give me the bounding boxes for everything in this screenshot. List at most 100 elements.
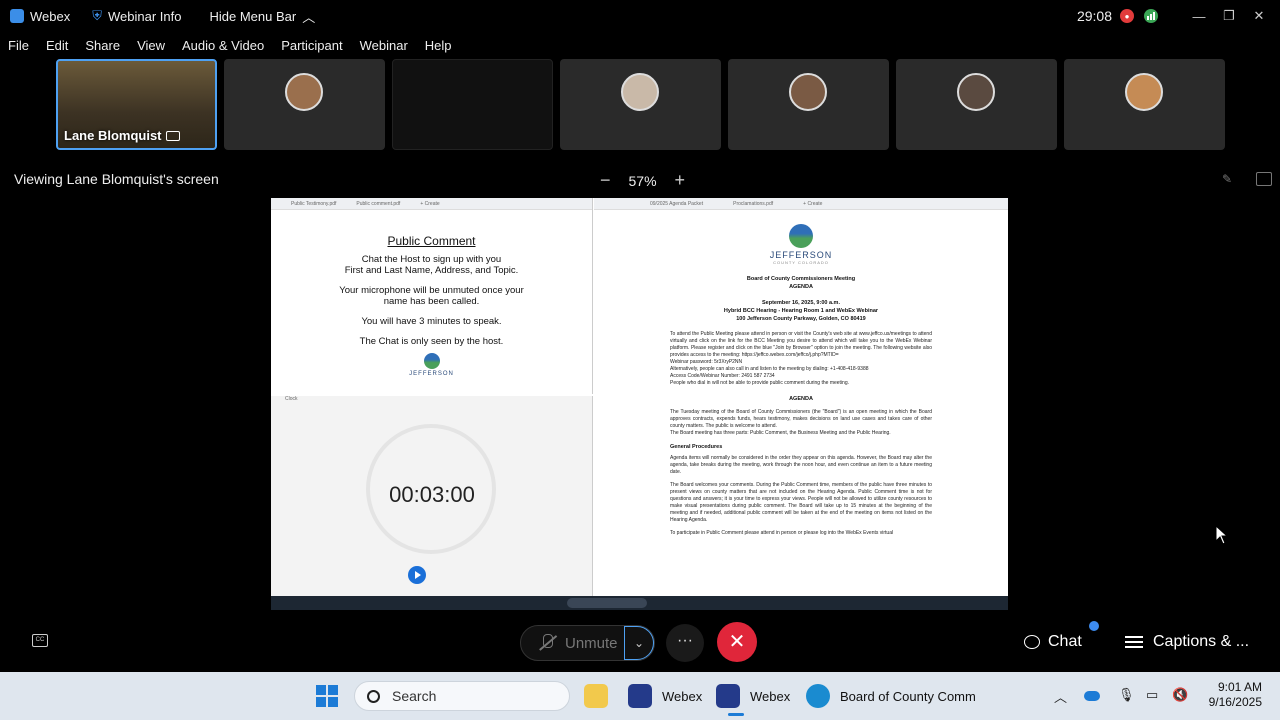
tray-chevron-up-icon[interactable]: ︿ bbox=[1054, 687, 1067, 706]
agenda-paragraph: The Board welcomes your comments. During… bbox=[670, 482, 932, 523]
annotate-icon[interactable]: ✎ bbox=[1222, 172, 1238, 186]
jefferson-logo-icon bbox=[789, 224, 813, 248]
webex-icon bbox=[716, 684, 740, 708]
file-explorer-icon bbox=[584, 684, 608, 708]
countdown-time: 00:03:00 bbox=[389, 482, 475, 507]
agenda-location: 100 Jefferson County Parkway, Golden, CO… bbox=[736, 316, 866, 322]
jefferson-wordmark: JEFFERSON bbox=[409, 371, 454, 377]
zoom-in-button[interactable]: + bbox=[675, 170, 686, 191]
restore-button[interactable]: ❐ bbox=[1214, 8, 1244, 24]
menu-help[interactable]: Help bbox=[425, 38, 452, 53]
pc-line: First and Last Name, Address, and Topic. bbox=[344, 265, 519, 276]
public-comment-title: Public Comment bbox=[387, 234, 476, 248]
zoom-level: 57% bbox=[628, 172, 657, 189]
webinar-info-button[interactable]: ⛨ Webinar Info bbox=[92, 8, 181, 24]
app-title: Webex bbox=[10, 9, 70, 24]
screen-share-icon bbox=[165, 130, 180, 141]
network-health-icon[interactable] bbox=[1144, 9, 1158, 23]
participant-video-lane-blomquist[interactable]: Lane Blomquist bbox=[56, 59, 217, 150]
agenda-date: September 16, 2025, 9:00 a.m. bbox=[762, 300, 840, 306]
agenda-paragraph: Agenda items will normally be considered… bbox=[670, 455, 932, 475]
public-comment-window: Public Testimony.pdf Public comment.pdf … bbox=[271, 198, 593, 394]
pc-line: You will have 3 minutes to speak. bbox=[361, 316, 502, 327]
system-time: 9:01 AM bbox=[1217, 680, 1262, 694]
menu-participant[interactable]: Participant bbox=[281, 38, 342, 53]
menu-file[interactable]: File bbox=[8, 38, 29, 53]
network-icon[interactable]: ▭ bbox=[1146, 687, 1158, 703]
pc-line: Your microphone will be unmuted once you… bbox=[339, 285, 524, 296]
system-date: 9/16/2025 bbox=[1208, 695, 1262, 709]
agenda-paragraph: To participate in Public Comment please … bbox=[670, 530, 894, 536]
captions-button[interactable]: Captions & ... bbox=[1125, 633, 1249, 651]
participant-video[interactable] bbox=[1064, 59, 1225, 150]
agenda-location: Hybrid BCC Hearing - Hearing Room 1 and … bbox=[723, 308, 879, 314]
onedrive-icon[interactable] bbox=[1084, 691, 1100, 701]
participant-video[interactable] bbox=[392, 59, 553, 150]
pc-line: The Chat is only seen by the host. bbox=[359, 336, 504, 347]
taskbar-search[interactable]: Search bbox=[354, 681, 570, 711]
file-explorer-button[interactable] bbox=[584, 681, 608, 711]
minimize-button[interactable]: — bbox=[1184, 9, 1214, 24]
audio-options-dropdown[interactable]: ⌄ bbox=[624, 626, 654, 660]
chevron-up-icon: ︿ bbox=[302, 9, 316, 25]
pc-line: Chat the Host to sign up with you bbox=[361, 254, 502, 265]
webex-window: Webex ⛨ Webinar Info Hide Menu Bar ︿ 29:… bbox=[0, 0, 1280, 720]
chat-notification-badge bbox=[1089, 621, 1099, 631]
menu-share[interactable]: Share bbox=[85, 38, 120, 53]
unmute-button[interactable]: Unmute ⌄ bbox=[520, 625, 655, 661]
agenda-heading: Board of County Commissioners Meeting bbox=[746, 276, 856, 282]
participant-avatar bbox=[285, 73, 323, 111]
menu-view[interactable]: View bbox=[137, 38, 165, 53]
play-icon bbox=[408, 566, 426, 584]
windows-start-icon[interactable] bbox=[316, 685, 338, 707]
browser-tabs: 09/2025 Agenda Packet Proclamations.pdf … bbox=[594, 198, 1008, 210]
shield-icon: ⛨ bbox=[92, 8, 102, 23]
hide-menu-bar-button[interactable]: Hide Menu Bar ︿ bbox=[209, 7, 315, 26]
close-window-button[interactable]: ✕ bbox=[1244, 8, 1274, 24]
agenda-paragraph: The Board meeting has three parts: Publi… bbox=[670, 430, 891, 436]
participant-name: Lane Blomquist bbox=[64, 128, 162, 143]
viewing-label: Viewing Lane Blomquist's screen bbox=[14, 171, 219, 187]
taskbar-app-webex[interactable]: Webex bbox=[628, 681, 702, 711]
menu-webinar[interactable]: Webinar bbox=[360, 38, 408, 53]
recording-icon: ● bbox=[1120, 9, 1134, 23]
mic-muted-tray-icon[interactable]: 🎙 bbox=[1118, 687, 1135, 703]
clock-window-title: Clock bbox=[285, 396, 298, 402]
agenda-paragraph: Alternatively, people can also call in a… bbox=[670, 366, 869, 372]
chat-button[interactable]: Chat bbox=[1024, 633, 1082, 651]
menu-audio-video[interactable]: Audio & Video bbox=[182, 38, 264, 53]
more-options-button[interactable]: ··· bbox=[666, 624, 704, 662]
agenda-heading: AGENDA bbox=[789, 396, 813, 402]
zoom-out-button[interactable]: − bbox=[600, 170, 611, 191]
mic-muted-icon bbox=[537, 634, 557, 652]
browser-tab: Public Testimony.pdf bbox=[291, 200, 337, 207]
browser-tab: 09/2025 Agenda Packet bbox=[650, 200, 704, 207]
meeting-timer: 29:08 bbox=[1076, 8, 1112, 24]
agenda-subheading: General Procedures bbox=[670, 444, 723, 450]
participant-video[interactable] bbox=[560, 59, 721, 150]
volume-muted-icon[interactable]: 🔇 bbox=[1172, 687, 1188, 703]
chat-bubble-icon bbox=[1024, 635, 1040, 649]
participant-video[interactable] bbox=[728, 59, 889, 150]
pc-line: name has been called. bbox=[383, 296, 480, 307]
agenda-heading: AGENDA bbox=[789, 284, 813, 290]
menu-edit[interactable]: Edit bbox=[46, 38, 68, 53]
agenda-window: 09/2025 Agenda Packet Proclamations.pdf … bbox=[594, 198, 1008, 596]
participant-strip: Lane Blomquist bbox=[56, 59, 1225, 151]
closed-captions-icon[interactable]: CC bbox=[32, 634, 48, 647]
participant-video[interactable] bbox=[224, 59, 385, 150]
leave-meeting-button[interactable]: ✕ bbox=[717, 622, 757, 662]
shared-screen-taskbar bbox=[271, 596, 1008, 610]
agenda-paragraph: The Tuesday meeting of the Board of Coun… bbox=[670, 409, 932, 429]
agenda-paragraph: Webinar password: 5r3XryP2NN bbox=[670, 359, 743, 365]
participant-video[interactable] bbox=[896, 59, 1057, 150]
taskbar-app-webex-active[interactable]: Webex bbox=[716, 681, 790, 716]
taskbar-app-edge[interactable]: Board of County Comm bbox=[806, 681, 976, 711]
participant-avatar bbox=[1125, 73, 1163, 111]
search-icon bbox=[367, 689, 380, 703]
agenda-document: JEFFERSON COUNTY COLORADO Board of Count… bbox=[594, 224, 1008, 537]
menu-bar: File Edit Share View Audio & Video Parti… bbox=[0, 34, 461, 56]
shared-search-box bbox=[567, 598, 647, 608]
system-clock[interactable]: 9:01 AM 9/16/2025 bbox=[1200, 680, 1262, 710]
popout-icon[interactable] bbox=[1256, 172, 1272, 186]
